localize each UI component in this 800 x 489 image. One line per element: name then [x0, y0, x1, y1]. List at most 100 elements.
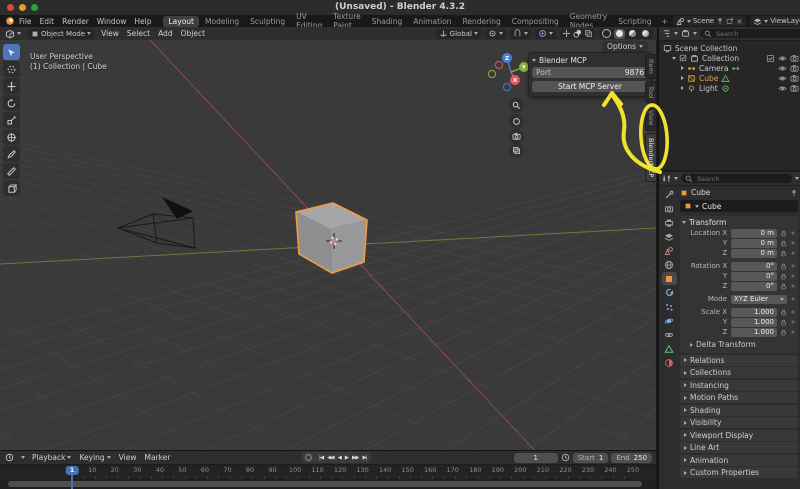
animate-dot-icon[interactable]: [790, 250, 796, 256]
editor-type-button[interactable]: [5, 29, 21, 39]
tool-move-button[interactable]: [3, 78, 20, 94]
lock-icon[interactable]: [780, 273, 787, 280]
panel-collections[interactable]: Collections: [680, 367, 798, 378]
viewlayer-selector[interactable]: ViewLayer: [750, 16, 800, 26]
snap-toggle[interactable]: [510, 29, 531, 39]
frame-end-field[interactable]: End 250: [611, 453, 652, 463]
transform-orientation-dropdown[interactable]: Global: [436, 29, 481, 39]
jump-to-end-button[interactable]: ▶|: [361, 455, 369, 461]
outliner-row-scene-collection[interactable]: Scene Collection: [659, 43, 800, 53]
timeline-ruler[interactable]: 1020304050607080901001101201301401501601…: [0, 465, 656, 479]
options-dropdown[interactable]: Options: [602, 41, 648, 52]
timeline-editor-icon[interactable]: [5, 453, 14, 462]
viewport-3d[interactable]: Z Y X User Perspective (1) Collection | …: [0, 40, 656, 450]
nav-zoom-button[interactable]: [509, 98, 524, 113]
animate-dot-icon[interactable]: [790, 263, 796, 269]
properties-tab-world[interactable]: [662, 258, 677, 271]
render-toggle-icon[interactable]: [790, 64, 799, 73]
next-keyframe-button[interactable]: ▶▶: [350, 455, 360, 461]
animate-dot-icon[interactable]: [790, 309, 796, 315]
value-field[interactable]: 0 m: [731, 229, 777, 238]
tool-annotate-button[interactable]: [3, 146, 20, 162]
play-button[interactable]: ▶: [343, 455, 350, 461]
tool-measure-button[interactable]: [3, 163, 20, 179]
playhead-line[interactable]: [71, 475, 73, 489]
animate-dot-icon[interactable]: [790, 329, 796, 335]
animate-dot-icon[interactable]: [790, 283, 796, 289]
collapse-icon[interactable]: [681, 66, 684, 70]
pin-icon[interactable]: [716, 17, 724, 25]
shading-solid-icon[interactable]: [614, 29, 625, 39]
viewport-menu-add[interactable]: Add: [158, 29, 173, 38]
lock-icon[interactable]: [780, 309, 787, 316]
menu-render[interactable]: Render: [58, 17, 93, 26]
collection-checkbox-icon[interactable]: [679, 54, 687, 62]
tool-rotate-button[interactable]: [3, 95, 20, 111]
chevron-down-icon[interactable]: [795, 177, 799, 180]
sidebar-tab-tool[interactable]: Tool: [645, 81, 656, 104]
pin-icon[interactable]: [790, 189, 798, 197]
jump-to-start-button[interactable]: |◀: [317, 455, 325, 461]
animate-dot-icon[interactable]: [790, 240, 796, 246]
tool-select-box-button[interactable]: [3, 44, 20, 60]
workspace-tab-compositing[interactable]: Compositing: [507, 16, 564, 27]
collapse-icon[interactable]: [681, 76, 684, 80]
timeline-menu-playback[interactable]: Playback: [32, 453, 71, 462]
value-field[interactable]: 1.000: [731, 308, 777, 317]
workspace-tab-rendering[interactable]: Rendering: [457, 16, 505, 27]
new-scene-icon[interactable]: [726, 17, 734, 25]
proportional-edit-toggle[interactable]: [535, 29, 556, 39]
outliner-editor-icon[interactable]: [662, 29, 671, 38]
auto-key-record-icon[interactable]: [304, 453, 313, 462]
hide-toggle-icon[interactable]: [778, 54, 787, 63]
blender-logo-icon[interactable]: [5, 16, 15, 26]
xray-toggle-icon[interactable]: [584, 29, 593, 38]
properties-editor-icon[interactable]: [662, 174, 671, 183]
play-reverse-button[interactable]: ◀: [336, 455, 343, 461]
properties-tab-scene[interactable]: [662, 244, 677, 257]
animate-dot-icon[interactable]: [790, 319, 796, 325]
shading-wireframe-icon[interactable]: [601, 29, 612, 39]
show-gizmo-icon[interactable]: [562, 29, 571, 38]
lock-icon[interactable]: [780, 230, 787, 237]
lock-icon[interactable]: [780, 319, 787, 326]
start-mcp-server-button[interactable]: Start MCP Server: [532, 81, 648, 92]
add-workspace-button[interactable]: +: [657, 16, 673, 27]
sidebar-tab-blendermcp[interactable]: BlenderMCP: [645, 133, 656, 182]
panel-motion-paths[interactable]: Motion Paths: [680, 392, 798, 403]
animate-dot-icon[interactable]: [790, 230, 796, 236]
viewport-menu-view[interactable]: View: [101, 29, 119, 38]
lock-icon[interactable]: [780, 263, 787, 270]
timeline-menu-marker[interactable]: Marker: [144, 453, 170, 462]
preview-range-clock-icon[interactable]: [561, 453, 570, 462]
hide-toggle-icon[interactable]: [778, 74, 787, 83]
render-toggle-icon[interactable]: [790, 74, 799, 83]
outliner-row-camera[interactable]: Camera: [659, 63, 800, 73]
animate-dot-icon[interactable]: [790, 296, 796, 302]
workspace-tab-shading[interactable]: Shading: [367, 16, 407, 27]
lock-icon[interactable]: [780, 250, 787, 257]
hide-toggle-icon[interactable]: [778, 64, 787, 73]
value-field[interactable]: 0 m: [731, 239, 777, 248]
properties-tab-constraints[interactable]: [662, 328, 677, 341]
object-name-field[interactable]: Cube: [680, 200, 798, 212]
properties-search[interactable]: [681, 174, 792, 183]
close-icon[interactable]: [736, 18, 743, 25]
delta-transform-panel[interactable]: Delta Transform: [682, 339, 796, 350]
properties-tab-output[interactable]: [662, 216, 677, 229]
outliner-display-mode-icon[interactable]: [681, 29, 690, 38]
properties-tab-view-layer[interactable]: [662, 230, 677, 243]
panel-custom-properties[interactable]: Custom Properties: [680, 467, 798, 478]
value-field[interactable]: 1.000: [731, 328, 777, 337]
tool-scale-button[interactable]: [3, 112, 20, 128]
current-frame-field[interactable]: 1: [514, 453, 558, 463]
panel-instancing[interactable]: Instancing: [680, 380, 798, 391]
timeline-menu-keying[interactable]: Keying: [79, 453, 110, 462]
show-overlays-icon[interactable]: [573, 29, 582, 38]
viewport-menu-select[interactable]: Select: [127, 29, 150, 38]
timeline-menu-view[interactable]: View: [119, 453, 137, 462]
properties-tab-tool[interactable]: [662, 188, 677, 201]
workspace-tab-sculpting[interactable]: Sculpting: [245, 16, 290, 27]
outliner-search[interactable]: [700, 29, 800, 38]
tool-cursor-button[interactable]: [3, 61, 20, 77]
